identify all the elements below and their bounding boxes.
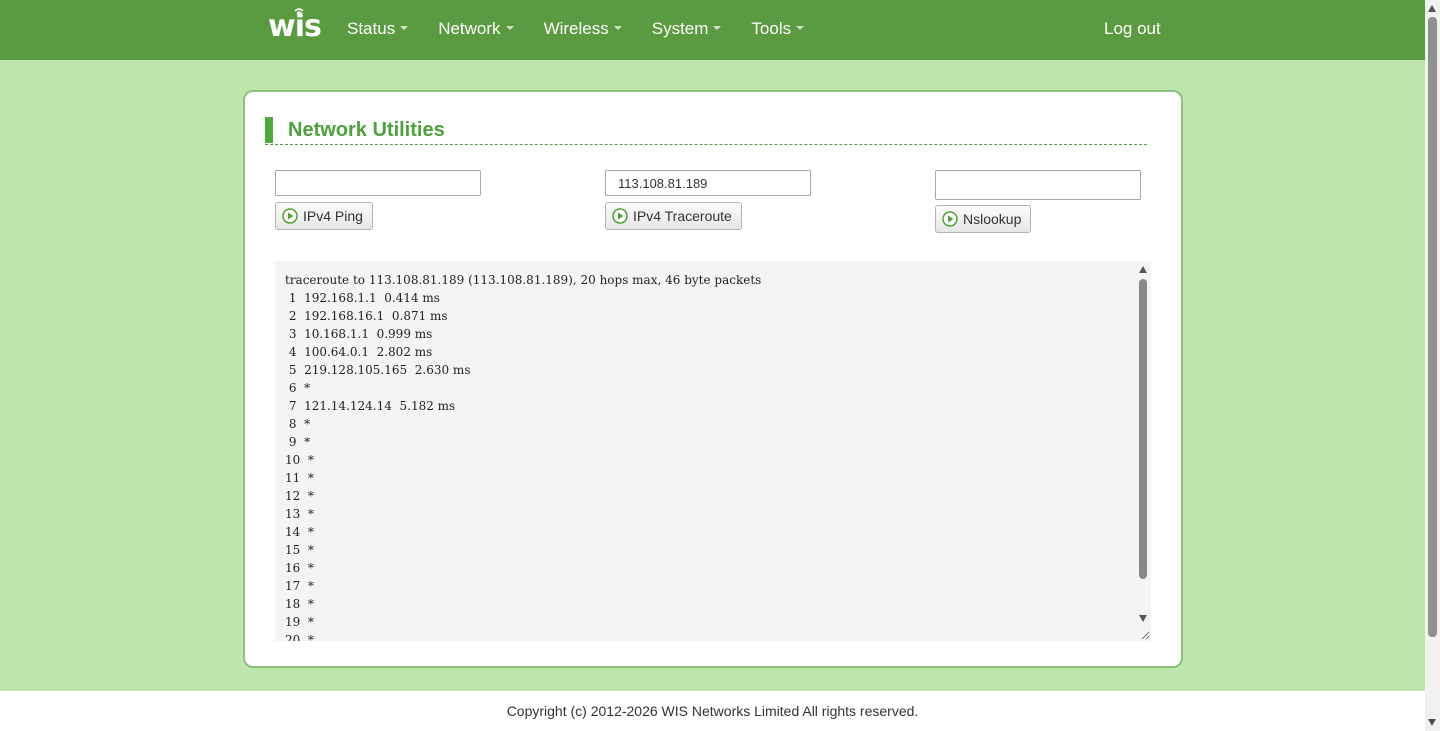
page-scroll-up-icon[interactable] [1428,5,1436,12]
nav-wireless-label: Wireless [543,19,609,38]
scroll-up-arrow-icon[interactable] [1139,266,1147,273]
nav-status-label: Status [347,19,396,38]
network-utilities-panel: Network Utilities IPv4 Ping IPv4 Tracero… [243,90,1183,668]
nav-system[interactable]: System [652,0,722,60]
output-line: 5 219.128.105.165 2.630 ms [288,363,471,377]
nav-system-label: System [651,19,709,38]
resize-grip-icon[interactable] [1138,628,1150,640]
main-menu: Status Network Wireless System Tools [347,0,834,60]
wifi-icon [294,8,304,14]
ipv4-ping-label: IPv4 Ping [303,208,363,224]
ipv4-ping-button[interactable]: IPv4 Ping [275,202,373,230]
output-line: 3 10.168.1.1 0.999 ms [288,327,433,341]
nslookup-button[interactable]: Nslookup [935,205,1032,233]
output-line: 10 * [285,453,314,467]
caret-down-icon [400,25,409,30]
nav-tools[interactable]: Tools [751,0,805,60]
title-accent-bar [265,117,273,143]
play-icon [942,211,958,227]
traceroute-host-input[interactable] [605,170,811,196]
caret-down-icon [505,25,514,30]
logout-link[interactable]: Log out [1104,0,1161,58]
caret-down-icon [796,25,805,30]
output-line: traceroute to 113.108.81.189 (113.108.81… [285,273,762,287]
output-line: 1 192.168.1.1 0.414 ms [288,291,440,305]
output-line: 18 * [285,597,314,611]
ipv4-traceroute-button[interactable]: IPv4 Traceroute [605,202,742,230]
play-icon [282,208,298,224]
ipv4-traceroute-label: IPv4 Traceroute [633,208,732,224]
nslookup-label: Nslookup [963,211,1022,227]
output-line: 11 * [285,471,314,485]
output-line: 16 * [285,561,314,575]
nav-status[interactable]: Status [347,0,409,60]
output-line: 6 * [288,381,311,395]
nslookup-host-input[interactable] [935,170,1141,200]
page-title: Network Utilities [288,119,445,141]
output-text: traceroute to 113.108.81.189 (113.108.81… [275,261,1151,641]
output-line: 8 * [288,417,311,431]
footer: Copyright (c) 2012-2026 WIS Networks Lim… [0,691,1425,731]
output-line: 14 * [285,525,314,539]
caret-down-icon [713,25,722,30]
ping-host-input[interactable] [275,170,481,196]
nav-network[interactable]: Network [438,0,514,60]
output-line: 13 * [285,507,314,521]
play-icon [612,208,628,224]
ping-tool: IPv4 Ping [275,170,481,230]
output-line: 9 * [288,435,311,449]
nslookup-tool: Nslookup [935,170,1141,233]
nav-network-label: Network [438,19,501,38]
output-line: 15 * [285,543,314,557]
output-line: 20 * [285,633,314,641]
nav-wireless[interactable]: Wireless [544,0,622,60]
output-scrollbar[interactable] [1136,261,1151,641]
output-line: 2 192.168.16.1 0.871 ms [288,309,448,323]
output-line: 4 100.64.0.1 2.802 ms [288,345,433,359]
page-scroll-down-icon[interactable] [1428,719,1436,726]
output-line: 19 * [285,615,314,629]
page-scrollbar[interactable] [1425,0,1440,731]
scroll-down-arrow-icon[interactable] [1139,615,1147,622]
scroll-thumb[interactable] [1139,279,1147,579]
caret-down-icon [613,25,622,30]
traceroute-tool: IPv4 Traceroute [605,170,811,230]
output-line: 17 * [285,579,314,593]
wis-logo[interactable]: wis [268,8,322,44]
output-line: 7 121.14.124.14 5.182 ms [288,399,456,413]
page-scroll-thumb[interactable] [1428,17,1437,637]
section-header: Network Utilities [265,117,1147,145]
copyright-text: Copyright (c) 2012-2026 WIS Networks Lim… [506,703,919,719]
traceroute-output-area[interactable]: traceroute to 113.108.81.189 (113.108.81… [275,261,1151,641]
nav-tools-label: Tools [751,19,792,38]
output-line: 12 * [285,489,314,503]
top-navbar: wis Status Network Wireless System Tools… [0,0,1425,60]
